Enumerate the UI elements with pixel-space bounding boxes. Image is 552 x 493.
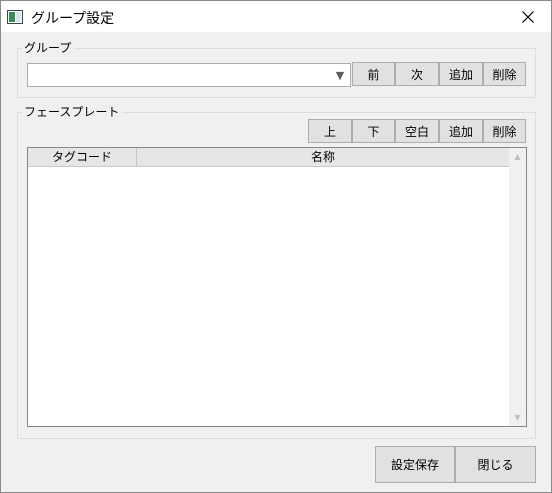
delete-group-button[interactable]: 削除 <box>483 62 526 86</box>
table-header: タグコード 名称 <box>28 148 509 167</box>
group-legend: グループ <box>23 41 75 55</box>
add-faceplate-button[interactable]: 追加 <box>439 119 483 143</box>
app-window-icon <box>7 10 23 24</box>
move-up-button[interactable]: 上 <box>308 119 352 143</box>
close-button[interactable]: 閉じる <box>455 446 536 483</box>
blank-button[interactable]: 空白 <box>395 119 439 143</box>
faceplate-legend: フェースプレート <box>23 105 123 119</box>
faceplate-table[interactable]: タグコード 名称 ▲ ▼ <box>27 147 527 427</box>
vertical-scrollbar[interactable]: ▲ ▼ <box>509 148 526 426</box>
group-select[interactable]: ▼ <box>27 63 351 87</box>
close-icon <box>522 10 534 23</box>
dialog-window: グループ設定 グループ ▼ 前 次 追加 削除 フェースプレート 上 下 空白 … <box>0 0 552 493</box>
prev-group-button[interactable]: 前 <box>352 62 395 86</box>
column-header-tag-code[interactable]: タグコード <box>28 148 137 167</box>
title-bar: グループ設定 <box>1 1 551 32</box>
scroll-down-arrow-icon[interactable]: ▼ <box>509 409 526 426</box>
column-header-name[interactable]: 名称 <box>137 148 509 167</box>
delete-faceplate-button[interactable]: 削除 <box>483 119 526 143</box>
window-title: グループ設定 <box>31 11 115 27</box>
close-window-button[interactable] <box>505 1 551 32</box>
dropdown-arrow-icon[interactable]: ▼ <box>330 64 350 86</box>
move-down-button[interactable]: 下 <box>352 119 395 143</box>
next-group-button[interactable]: 次 <box>395 62 439 86</box>
scroll-up-arrow-icon[interactable]: ▲ <box>509 148 526 165</box>
add-group-button[interactable]: 追加 <box>439 62 483 86</box>
save-settings-button[interactable]: 設定保存 <box>375 446 455 483</box>
